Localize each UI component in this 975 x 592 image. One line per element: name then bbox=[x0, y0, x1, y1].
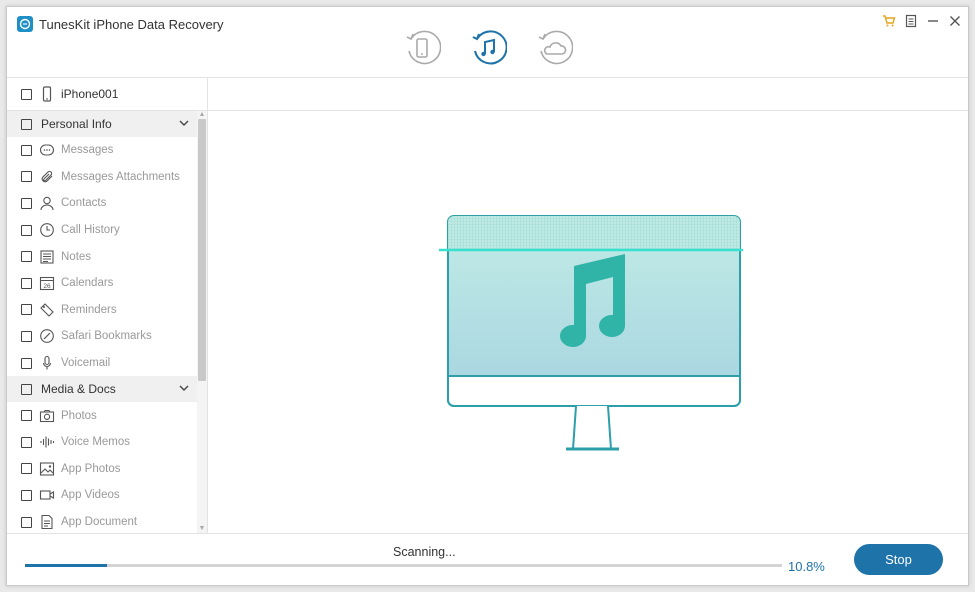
chevron-down-icon[interactable] bbox=[178, 117, 190, 129]
item-checkbox[interactable] bbox=[21, 224, 32, 236]
item-label: Voicemail bbox=[61, 357, 111, 370]
group-label: Personal Info bbox=[41, 117, 112, 131]
video-icon bbox=[39, 487, 55, 503]
message-icon bbox=[39, 142, 55, 158]
stop-button[interactable]: Stop bbox=[854, 544, 943, 575]
list-item[interactable]: Messages Attachments bbox=[7, 164, 198, 191]
document-icon bbox=[39, 514, 55, 530]
list-item[interactable]: App Document bbox=[7, 509, 198, 533]
item-label: Call History bbox=[61, 224, 120, 237]
device-name: iPhone001 bbox=[61, 87, 119, 101]
list-item[interactable]: App Videos bbox=[7, 482, 198, 509]
scroll-down-icon[interactable]: ▼ bbox=[198, 525, 206, 533]
title-bar: TunesKit iPhone Data Recovery bbox=[7, 7, 968, 78]
item-label: Contacts bbox=[61, 197, 107, 210]
item-label: App Document bbox=[61, 516, 138, 529]
camera-icon bbox=[39, 408, 55, 424]
window-controls bbox=[882, 13, 962, 29]
chevron-down-icon[interactable] bbox=[178, 382, 190, 394]
item-checkbox[interactable] bbox=[21, 304, 32, 316]
list-item[interactable]: 26 Calendars bbox=[7, 270, 198, 297]
paperclip-icon bbox=[39, 169, 55, 185]
notes-icon bbox=[39, 249, 55, 265]
item-checkbox[interactable] bbox=[21, 489, 32, 501]
progress-track bbox=[25, 564, 782, 567]
cloud-restore-icon[interactable] bbox=[535, 29, 574, 67]
mode-switcher bbox=[403, 29, 574, 67]
list-item[interactable]: Notes bbox=[7, 243, 198, 270]
status-bar: Scanning... 10.8% Stop bbox=[7, 533, 968, 585]
main-panel bbox=[208, 78, 968, 533]
item-checkbox[interactable] bbox=[21, 436, 32, 448]
progress-percent: 10.8% bbox=[788, 559, 825, 574]
list-item[interactable]: App Photos bbox=[7, 456, 198, 483]
item-checkbox[interactable] bbox=[21, 277, 32, 289]
item-checkbox[interactable] bbox=[21, 197, 32, 209]
item-checkbox[interactable] bbox=[21, 330, 32, 342]
list-item[interactable]: Voicemail bbox=[7, 350, 198, 377]
item-checkbox[interactable] bbox=[21, 410, 32, 422]
list-item[interactable]: Reminders bbox=[7, 297, 198, 324]
menu-icon[interactable] bbox=[904, 14, 918, 28]
item-checkbox[interactable] bbox=[21, 357, 32, 369]
item-label: Voice Memos bbox=[61, 436, 131, 449]
item-label: Calendars bbox=[61, 277, 114, 290]
item-label: Safari Bookmarks bbox=[61, 330, 152, 343]
group-checkbox[interactable] bbox=[21, 118, 32, 130]
image-icon bbox=[39, 461, 55, 477]
phone-restore-icon[interactable] bbox=[403, 29, 442, 67]
list-item[interactable]: Photos bbox=[7, 402, 198, 429]
group-personal-info[interactable]: Personal Info bbox=[7, 111, 198, 137]
scan-status: Scanning... bbox=[393, 545, 456, 559]
item-label: Messages Attachments bbox=[61, 170, 180, 183]
app-window: TunesKit iPhone Data Recovery iPhone001 … bbox=[6, 6, 969, 586]
scanning-illustration bbox=[433, 206, 747, 456]
app-logo-icon bbox=[17, 16, 33, 32]
item-checkbox[interactable] bbox=[21, 171, 32, 183]
reminder-icon bbox=[39, 302, 55, 318]
item-label: Messages bbox=[61, 144, 114, 157]
group-checkbox[interactable] bbox=[21, 383, 32, 395]
group-label: Media & Docs bbox=[41, 382, 116, 397]
close-icon[interactable] bbox=[948, 14, 962, 28]
item-checkbox[interactable] bbox=[21, 251, 32, 263]
cart-icon[interactable] bbox=[882, 14, 896, 28]
list-item[interactable]: Voice Memos bbox=[7, 429, 198, 456]
item-checkbox[interactable] bbox=[21, 516, 32, 528]
calendar-icon: 26 bbox=[39, 275, 55, 291]
item-label: App Photos bbox=[61, 462, 121, 475]
clock-icon bbox=[39, 222, 55, 238]
calendar-day: 26 bbox=[43, 283, 51, 290]
scrollbar-thumb[interactable] bbox=[198, 119, 206, 381]
app-title: TunesKit iPhone Data Recovery bbox=[39, 17, 224, 32]
scroll-up-icon[interactable]: ▲ bbox=[198, 111, 206, 119]
progress-fill bbox=[25, 564, 107, 567]
phone-icon bbox=[39, 86, 55, 102]
minimize-icon[interactable] bbox=[926, 14, 940, 28]
item-checkbox[interactable] bbox=[21, 463, 32, 475]
main-toolbar bbox=[208, 78, 968, 111]
category-sidebar: iPhone001 Personal Info Messages Message… bbox=[7, 78, 208, 533]
device-row[interactable]: iPhone001 bbox=[7, 78, 207, 111]
item-checkbox[interactable] bbox=[21, 144, 32, 156]
item-label: Notes bbox=[61, 250, 92, 263]
compass-icon bbox=[39, 328, 55, 344]
list-item[interactable]: Safari Bookmarks bbox=[7, 323, 198, 350]
contact-icon bbox=[39, 195, 55, 211]
waveform-icon bbox=[39, 434, 55, 450]
device-checkbox[interactable] bbox=[21, 88, 32, 100]
sidebar-scrollbar[interactable]: ▲ ▼ bbox=[197, 111, 207, 533]
item-label: Photos bbox=[61, 409, 97, 422]
microphone-icon bbox=[39, 355, 55, 371]
group-media-docs[interactable]: Media & Docs bbox=[7, 376, 198, 403]
list-item[interactable]: Call History bbox=[7, 217, 198, 244]
list-item[interactable]: Messages bbox=[7, 137, 198, 164]
item-label: App Videos bbox=[61, 489, 120, 502]
music-restore-icon[interactable] bbox=[469, 29, 508, 67]
item-label: Reminders bbox=[61, 303, 117, 316]
list-item[interactable]: Contacts bbox=[7, 190, 198, 217]
